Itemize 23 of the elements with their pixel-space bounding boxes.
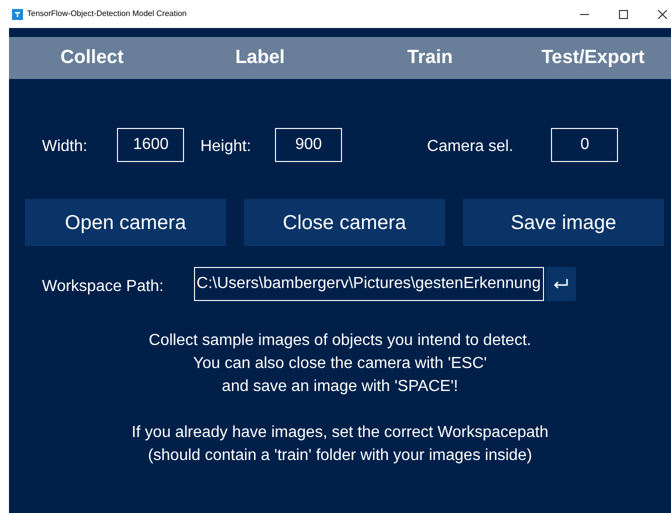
action-button[interactable]: Save image bbox=[463, 199, 664, 246]
instruction-text: If you already have images, set the correct Workspacepath (should contain a 'train' folder with your images inside) bbox=[132, 423, 548, 466]
width-field[interactable]: 1600 bbox=[117, 128, 184, 162]
tab[interactable]: Collect bbox=[60, 44, 124, 72]
maximize-icon[interactable] bbox=[619, 10, 628, 18]
window-title: TensorFlow-Object-Detection Model Creation bbox=[27, 8, 187, 20]
height-label: Height: bbox=[200, 137, 252, 157]
camera-field[interactable]: 0 bbox=[551, 128, 618, 162]
camera-label: Camera sel. bbox=[427, 137, 514, 157]
enter-button[interactable] bbox=[546, 267, 576, 301]
workspace-label: Workspace Path: bbox=[42, 277, 164, 297]
width-label: Width: bbox=[42, 137, 88, 157]
tab[interactable]: Test/Export bbox=[541, 44, 645, 72]
tab[interactable]: Train bbox=[407, 44, 453, 72]
tab[interactable]: Label bbox=[235, 44, 285, 72]
height-field[interactable]: 900 bbox=[275, 128, 342, 162]
instruction-text: Collect sample images of objects you intend to detect. You can also close the camera with 'ESC' and save an image with 'SPACE'! bbox=[148, 331, 532, 397]
close-icon[interactable] bbox=[658, 10, 667, 18]
workspace-path-field[interactable]: C:\Users\bambergerv\Pictures\gestenErkennung bbox=[194, 267, 544, 301]
action-button[interactable]: Open camera bbox=[25, 199, 226, 246]
app-icon bbox=[12, 8, 23, 20]
action-button[interactable]: Close camera bbox=[244, 199, 445, 246]
enter-icon bbox=[552, 278, 569, 290]
